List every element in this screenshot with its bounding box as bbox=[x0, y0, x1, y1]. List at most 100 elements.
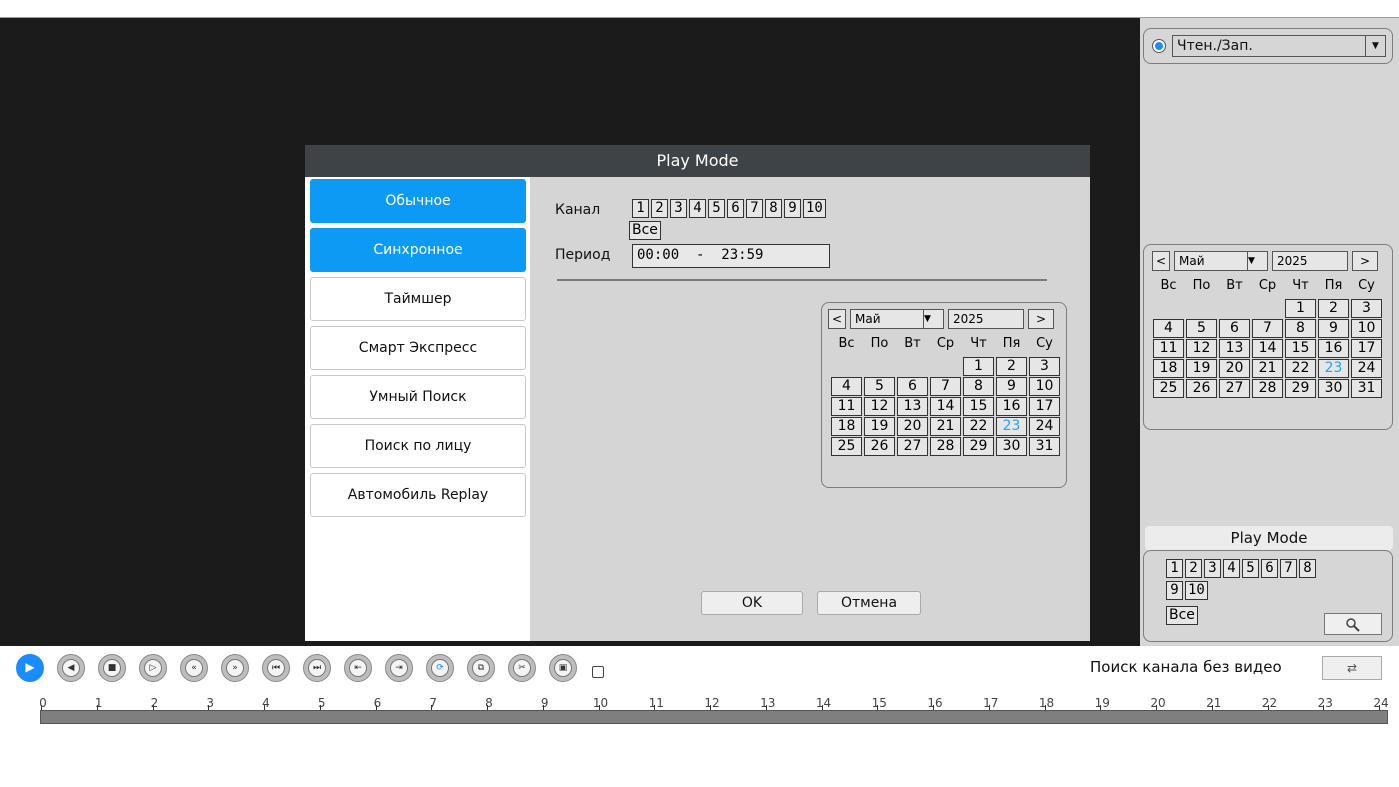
clip-button[interactable]: ⧉ bbox=[467, 654, 495, 682]
right-cal-day[interactable]: 22 bbox=[1285, 359, 1316, 378]
channel-checkbox[interactable]: 9 bbox=[784, 199, 801, 218]
dialog-cal-day[interactable]: 30 bbox=[996, 437, 1027, 456]
search-button[interactable] bbox=[1324, 613, 1382, 635]
right-cal-day[interactable]: 21 bbox=[1252, 359, 1283, 378]
mode-select[interactable]: Чтен./Зап. ▼ bbox=[1172, 35, 1386, 57]
dialog-cal-day[interactable]: 9 bbox=[996, 377, 1027, 396]
dialog-cal-day[interactable]: 25 bbox=[831, 437, 862, 456]
right-cal-day[interactable]: 27 bbox=[1219, 379, 1250, 398]
dialog-cal-day[interactable]: 6 bbox=[897, 377, 928, 396]
dialog-cal-day[interactable]: 21 bbox=[930, 417, 961, 436]
channel-checkbox[interactable]: 9 bbox=[1166, 581, 1183, 600]
channel-checkbox[interactable]: 5 bbox=[1242, 559, 1259, 578]
rewind-button[interactable]: « bbox=[180, 654, 208, 682]
dialog-cal-day[interactable]: 3 bbox=[1029, 357, 1060, 376]
channel-checkbox[interactable]: 8 bbox=[765, 199, 782, 218]
dialog-cal-day[interactable]: 28 bbox=[930, 437, 961, 456]
channel-checkbox[interactable]: 4 bbox=[689, 199, 706, 218]
right-cal-day[interactable]: 23 bbox=[1318, 359, 1349, 378]
right-cal-day[interactable]: 5 bbox=[1186, 319, 1217, 338]
dialog-cal-day[interactable]: 24 bbox=[1029, 417, 1060, 436]
channel-checkbox[interactable]: 2 bbox=[1185, 559, 1202, 578]
right-cal-day[interactable]: 10 bbox=[1351, 319, 1382, 338]
mode-radio[interactable] bbox=[1152, 39, 1166, 53]
dialog-cal-prev-button[interactable]: < bbox=[828, 309, 846, 329]
dialog-cal-day[interactable]: 12 bbox=[864, 397, 895, 416]
right-cal-day[interactable]: 3 bbox=[1351, 299, 1382, 318]
right-cal-day[interactable]: 14 bbox=[1252, 339, 1283, 358]
channel-checkbox[interactable]: 3 bbox=[1204, 559, 1221, 578]
dialog-cal-day[interactable]: 5 bbox=[864, 377, 895, 396]
save-button[interactable]: ▣ bbox=[549, 654, 577, 682]
period-input[interactable]: 00:00 - 23:59 bbox=[632, 244, 830, 268]
option-checkbox[interactable] bbox=[592, 666, 604, 678]
right-cal-day[interactable]: 4 bbox=[1153, 319, 1184, 338]
dialog-cal-next-button[interactable]: > bbox=[1028, 309, 1054, 329]
channel-checkbox[interactable]: 6 bbox=[727, 199, 744, 218]
cut-button[interactable]: ✂ bbox=[508, 654, 536, 682]
dialog-cal-year[interactable]: 2025 bbox=[948, 309, 1024, 329]
dialog-cal-day[interactable]: 15 bbox=[963, 397, 994, 416]
right-cal-day[interactable]: 16 bbox=[1318, 339, 1349, 358]
prev-file-button[interactable]: ⇤ bbox=[344, 654, 372, 682]
right-cal-day[interactable]: 28 bbox=[1252, 379, 1283, 398]
right-cal-year[interactable]: 2025 bbox=[1272, 251, 1348, 271]
right-cal-day[interactable]: 12 bbox=[1186, 339, 1217, 358]
play-mode-option[interactable]: Смарт Экспресс bbox=[310, 326, 526, 370]
dialog-all-channels[interactable]: Все bbox=[629, 221, 661, 240]
dialog-cal-day[interactable]: 14 bbox=[930, 397, 961, 416]
channel-checkbox[interactable]: 10 bbox=[1185, 581, 1208, 600]
right-all-channels[interactable]: Все bbox=[1166, 606, 1198, 625]
stop-button[interactable]: ■ bbox=[98, 654, 126, 682]
channel-checkbox[interactable]: 1 bbox=[1166, 559, 1183, 578]
channel-checkbox[interactable]: 4 bbox=[1223, 559, 1240, 578]
dialog-cal-day[interactable]: 17 bbox=[1029, 397, 1060, 416]
slow-button[interactable]: ▷ bbox=[139, 654, 167, 682]
sync-button[interactable]: ⟳ bbox=[426, 654, 454, 682]
right-cal-next-button[interactable]: > bbox=[1352, 251, 1378, 271]
dialog-cal-day[interactable]: 29 bbox=[963, 437, 994, 456]
channel-checkbox[interactable]: 7 bbox=[746, 199, 763, 218]
right-cal-day[interactable]: 31 bbox=[1351, 379, 1382, 398]
dialog-cal-day[interactable]: 4 bbox=[831, 377, 862, 396]
right-cal-day[interactable]: 17 bbox=[1351, 339, 1382, 358]
dialog-cal-day[interactable]: 20 bbox=[897, 417, 928, 436]
dialog-cal-day[interactable]: 7 bbox=[930, 377, 961, 396]
right-cal-day[interactable]: 29 bbox=[1285, 379, 1316, 398]
channel-checkbox[interactable]: 1 bbox=[632, 199, 649, 218]
channel-checkbox[interactable]: 2 bbox=[651, 199, 668, 218]
dialog-cal-month-select[interactable]: Май ▼ bbox=[850, 309, 944, 329]
dialog-cal-day[interactable]: 31 bbox=[1029, 437, 1060, 456]
dialog-cal-day[interactable]: 1 bbox=[963, 357, 994, 376]
right-cal-day[interactable]: 25 bbox=[1153, 379, 1184, 398]
play-button[interactable]: ▶ bbox=[16, 654, 44, 682]
right-cal-day[interactable]: 30 bbox=[1318, 379, 1349, 398]
right-cal-day[interactable]: 19 bbox=[1186, 359, 1217, 378]
ok-button[interactable]: OK bbox=[701, 591, 803, 615]
dialog-cal-day[interactable]: 26 bbox=[864, 437, 895, 456]
next-frame-button[interactable]: ⏭ bbox=[303, 654, 331, 682]
dialog-cal-day[interactable]: 10 bbox=[1029, 377, 1060, 396]
dialog-cal-day[interactable]: 11 bbox=[831, 397, 862, 416]
right-cal-day[interactable]: 2 bbox=[1318, 299, 1349, 318]
dialog-cal-day[interactable]: 23 bbox=[996, 417, 1027, 436]
dialog-cal-day[interactable]: 22 bbox=[963, 417, 994, 436]
dialog-cal-day[interactable]: 18 bbox=[831, 417, 862, 436]
play-mode-option[interactable]: Обычное bbox=[310, 179, 526, 223]
right-cal-day[interactable]: 6 bbox=[1219, 319, 1250, 338]
play-mode-option[interactable]: Таймшер bbox=[310, 277, 526, 321]
right-cal-prev-button[interactable]: < bbox=[1152, 251, 1170, 271]
dialog-cal-day[interactable]: 19 bbox=[864, 417, 895, 436]
dialog-cal-day[interactable]: 8 bbox=[963, 377, 994, 396]
channel-checkbox[interactable]: 8 bbox=[1299, 559, 1316, 578]
play-mode-option[interactable]: Поиск по лицу bbox=[310, 424, 526, 468]
cancel-button[interactable]: Отмена bbox=[817, 591, 921, 615]
play-mode-option[interactable]: Автомобиль Replay bbox=[310, 473, 526, 517]
channel-checkbox[interactable]: 7 bbox=[1280, 559, 1297, 578]
right-cal-day[interactable]: 1 bbox=[1285, 299, 1316, 318]
right-cal-day[interactable]: 8 bbox=[1285, 319, 1316, 338]
channel-checkbox[interactable]: 5 bbox=[708, 199, 725, 218]
right-cal-day[interactable]: 13 bbox=[1219, 339, 1250, 358]
prev-frame-button[interactable]: ⏮ bbox=[262, 654, 290, 682]
right-cal-day[interactable]: 18 bbox=[1153, 359, 1184, 378]
